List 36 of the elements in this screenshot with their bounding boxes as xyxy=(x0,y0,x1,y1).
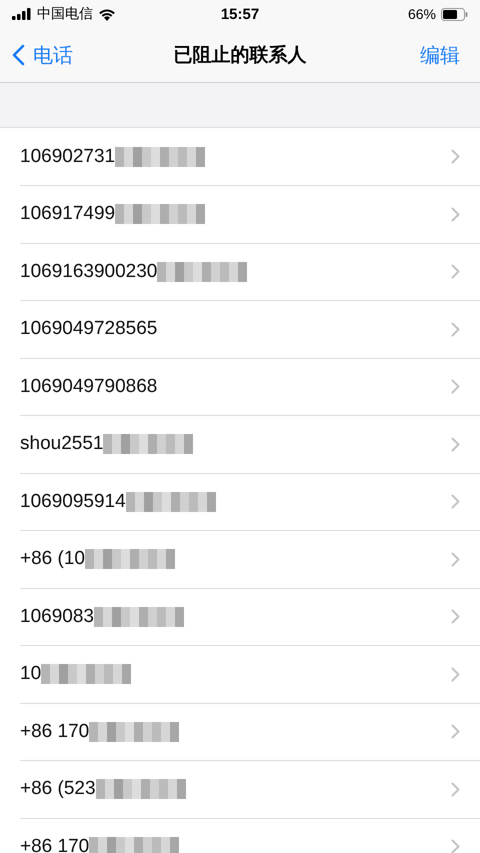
battery-percent: 66% xyxy=(408,6,436,22)
contact-number[interactable]: 1069049728565 xyxy=(20,318,158,340)
contact-number[interactable]: 1069095914 xyxy=(20,490,126,512)
battery-icon xyxy=(441,8,468,20)
chevron-right-icon[interactable] xyxy=(451,839,460,853)
contact-number[interactable]: +86 (523 xyxy=(20,778,96,800)
signal-icon xyxy=(12,8,32,20)
back-button[interactable]: 电话 xyxy=(12,42,73,68)
carrier-name: 中国电信 xyxy=(37,5,93,23)
wifi-icon xyxy=(98,8,116,20)
chevron-right-icon[interactable] xyxy=(451,666,460,682)
chevron-right-icon[interactable] xyxy=(451,322,460,336)
screen-title: 已阻止的联系人 xyxy=(174,44,306,68)
chevron-right-icon[interactable] xyxy=(451,149,460,164)
status-time: 15:57 xyxy=(220,6,260,22)
contact-number[interactable]: 106917499 xyxy=(20,203,116,225)
contact-number[interactable]: +86 170 xyxy=(20,836,90,853)
contact-number[interactable]: +86 170 xyxy=(20,720,90,742)
contact-number[interactable]: 1069083 xyxy=(20,606,94,628)
contact-number[interactable]: 10 xyxy=(20,663,42,685)
contact-number[interactable]: 106902731 xyxy=(20,146,116,168)
chevron-right-icon[interactable] xyxy=(451,206,460,222)
chevron-right-icon[interactable] xyxy=(451,609,460,624)
contact-number[interactable]: shou2551 xyxy=(20,433,104,455)
contact-number[interactable]: 1069163900230 xyxy=(20,260,158,282)
chevron-right-icon[interactable] xyxy=(451,436,460,452)
contact-number[interactable]: 1069049790868 xyxy=(20,376,158,398)
chevron-right-icon[interactable] xyxy=(451,552,460,566)
chevron-left-icon xyxy=(12,44,25,66)
chevron-right-icon[interactable] xyxy=(451,264,460,279)
edit-button[interactable]: 编辑 xyxy=(420,42,460,68)
chevron-right-icon[interactable] xyxy=(451,782,460,796)
chevron-right-icon[interactable] xyxy=(451,724,460,739)
chevron-right-icon[interactable] xyxy=(451,494,460,509)
chevron-right-icon[interactable] xyxy=(451,379,460,394)
contact-number[interactable]: +86 (10 xyxy=(20,548,85,570)
